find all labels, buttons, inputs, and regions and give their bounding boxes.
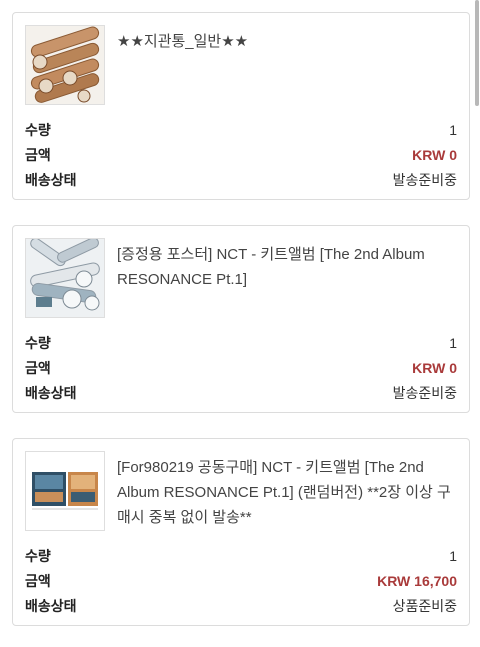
delivery-status-row: 배송상태 발송준비중 (25, 380, 457, 405)
delivery-status-row: 배송상태 발송준비중 (25, 167, 457, 192)
amount-value: KRW 0 (412, 146, 457, 163)
amount-row: 금액 KRW 16,700 (25, 568, 457, 593)
quantity-label: 수량 (25, 121, 51, 138)
quantity-value: 1 (449, 121, 457, 138)
delivery-status-label: 배송상태 (25, 384, 77, 401)
product-name[interactable]: [For980219 공동구매] NCT - 키트앨범 [The 2nd Alb… (117, 451, 457, 543)
quantity-row: 수량 1 (25, 543, 457, 568)
delivery-status-row: 배송상태 상품준비중 (25, 593, 457, 618)
quantity-value: 1 (449, 547, 457, 564)
album-boxes-image[interactable] (25, 451, 105, 531)
amount-row: 금액 KRW 0 (25, 142, 457, 167)
paper-tubes-image[interactable] (25, 25, 105, 105)
product-name[interactable]: [증정용 포스터] NCT - 키트앨범 [The 2nd Album RESO… (117, 238, 457, 330)
amount-row: 금액 KRW 0 (25, 355, 457, 380)
delivery-status-value: 발송준비중 (392, 384, 457, 401)
delivery-status-value: 상품준비중 (392, 597, 457, 614)
order-item-card: ★★지관통_일반★★ 수량 1 금액 KRW 0 배송상태 발송준비중 (12, 12, 470, 200)
quantity-row: 수량 1 (25, 330, 457, 355)
rolled-posters-image[interactable] (25, 238, 105, 318)
scrollbar[interactable] (475, 0, 479, 106)
amount-label: 금액 (25, 572, 51, 589)
order-item-card: [For980219 공동구매] NCT - 키트앨범 [The 2nd Alb… (12, 438, 470, 626)
quantity-label: 수량 (25, 547, 51, 564)
amount-label: 금액 (25, 359, 51, 376)
amount-value: KRW 16,700 (377, 572, 457, 589)
quantity-label: 수량 (25, 334, 51, 351)
amount-label: 금액 (25, 146, 51, 163)
quantity-row: 수량 1 (25, 117, 457, 142)
product-name[interactable]: ★★지관통_일반★★ (117, 25, 248, 117)
delivery-status-value: 발송준비중 (392, 171, 457, 188)
amount-value: KRW 0 (412, 359, 457, 376)
order-item-card: [증정용 포스터] NCT - 키트앨범 [The 2nd Album RESO… (12, 225, 470, 413)
quantity-value: 1 (449, 334, 457, 351)
delivery-status-label: 배송상태 (25, 171, 77, 188)
delivery-status-label: 배송상태 (25, 597, 77, 614)
